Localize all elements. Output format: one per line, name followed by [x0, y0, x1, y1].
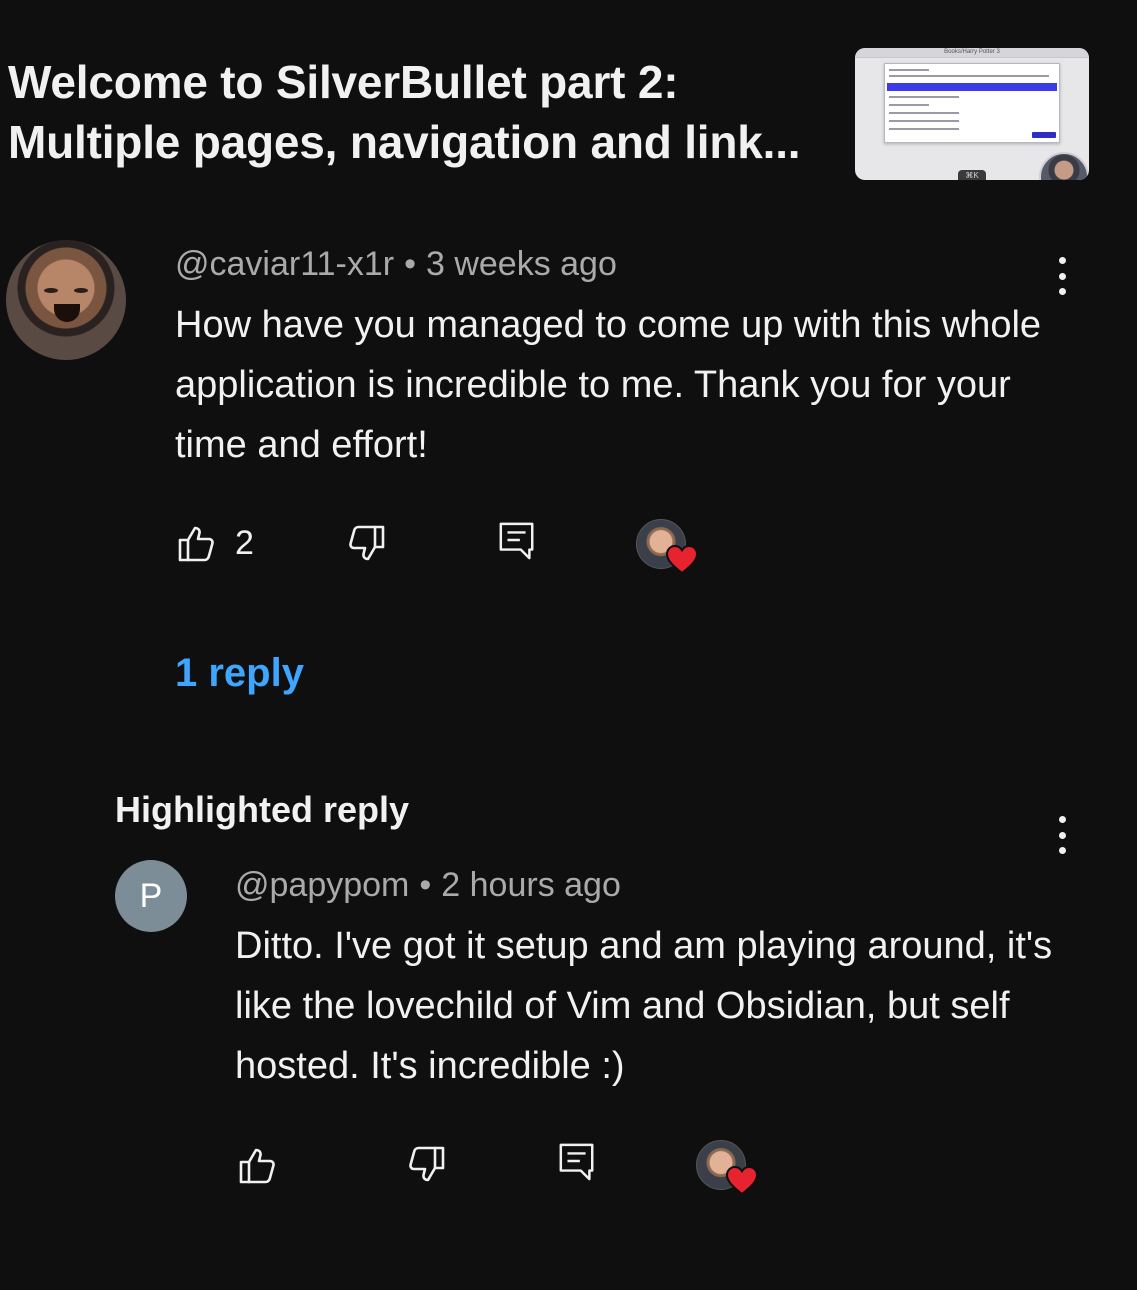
more-vertical-icon[interactable]	[1047, 251, 1077, 301]
thumbs-down-icon	[349, 525, 385, 561]
comment-icon	[559, 1143, 594, 1181]
comment-icon	[499, 522, 534, 560]
view-replies-link[interactable]: 1 reply	[175, 648, 304, 698]
meta-separator: •	[404, 245, 416, 283]
comment-time[interactable]: 3 weeks ago	[426, 245, 617, 283]
video-title[interactable]: Welcome to SilverBullet part 2: Multiple…	[8, 52, 838, 172]
reply-button[interactable]	[557, 1142, 597, 1187]
video-thumbnail[interactable]: Books/Harry Potter 3 ⌘K	[855, 48, 1089, 180]
comment-text: How have you managed to come up with thi…	[175, 304, 1042, 466]
thumbnail-page-picker	[884, 63, 1060, 143]
dislike-button[interactable]	[346, 524, 386, 569]
reply-meta: @papypom • 2 hours ago	[235, 865, 621, 905]
thumbs-up-icon	[239, 1148, 275, 1184]
thumbnail-shortcut-badge: ⌘K	[958, 170, 986, 180]
creator-heart-icon	[726, 1166, 758, 1196]
reply-author[interactable]: @papypom	[235, 866, 409, 904]
avatar[interactable]: P	[115, 860, 187, 932]
avatar[interactable]	[6, 240, 126, 360]
thumbs-up-icon	[178, 526, 214, 562]
reply-button[interactable]	[497, 521, 537, 566]
creator-heart-icon	[666, 545, 698, 575]
thumbs-down-icon	[409, 1146, 445, 1182]
like-count: 2	[235, 524, 254, 562]
comment-meta: @caviar11-x1r • 3 weeks ago	[175, 244, 617, 284]
highlighted-reply-label: Highlighted reply	[115, 789, 410, 830]
dislike-button[interactable]	[406, 1145, 446, 1190]
thumbnail-webcam	[1039, 152, 1089, 180]
reply-time[interactable]: 2 hours ago	[441, 866, 621, 904]
like-button[interactable]	[177, 523, 217, 568]
like-button[interactable]	[238, 1145, 278, 1190]
thumbnail-window-bar: Books/Harry Potter 3	[855, 48, 1089, 58]
thumbnail-window-title: Books/Harry Potter 3	[944, 49, 1000, 55]
creator-heart-badge	[636, 519, 698, 575]
creator-heart-badge	[696, 1140, 758, 1196]
more-vertical-icon[interactable]	[1047, 810, 1077, 860]
reply-text: Ditto. I've got it setup and am playing …	[235, 925, 1053, 1087]
meta-separator: •	[419, 866, 432, 904]
comment-author[interactable]: @caviar11-x1r	[175, 245, 394, 283]
